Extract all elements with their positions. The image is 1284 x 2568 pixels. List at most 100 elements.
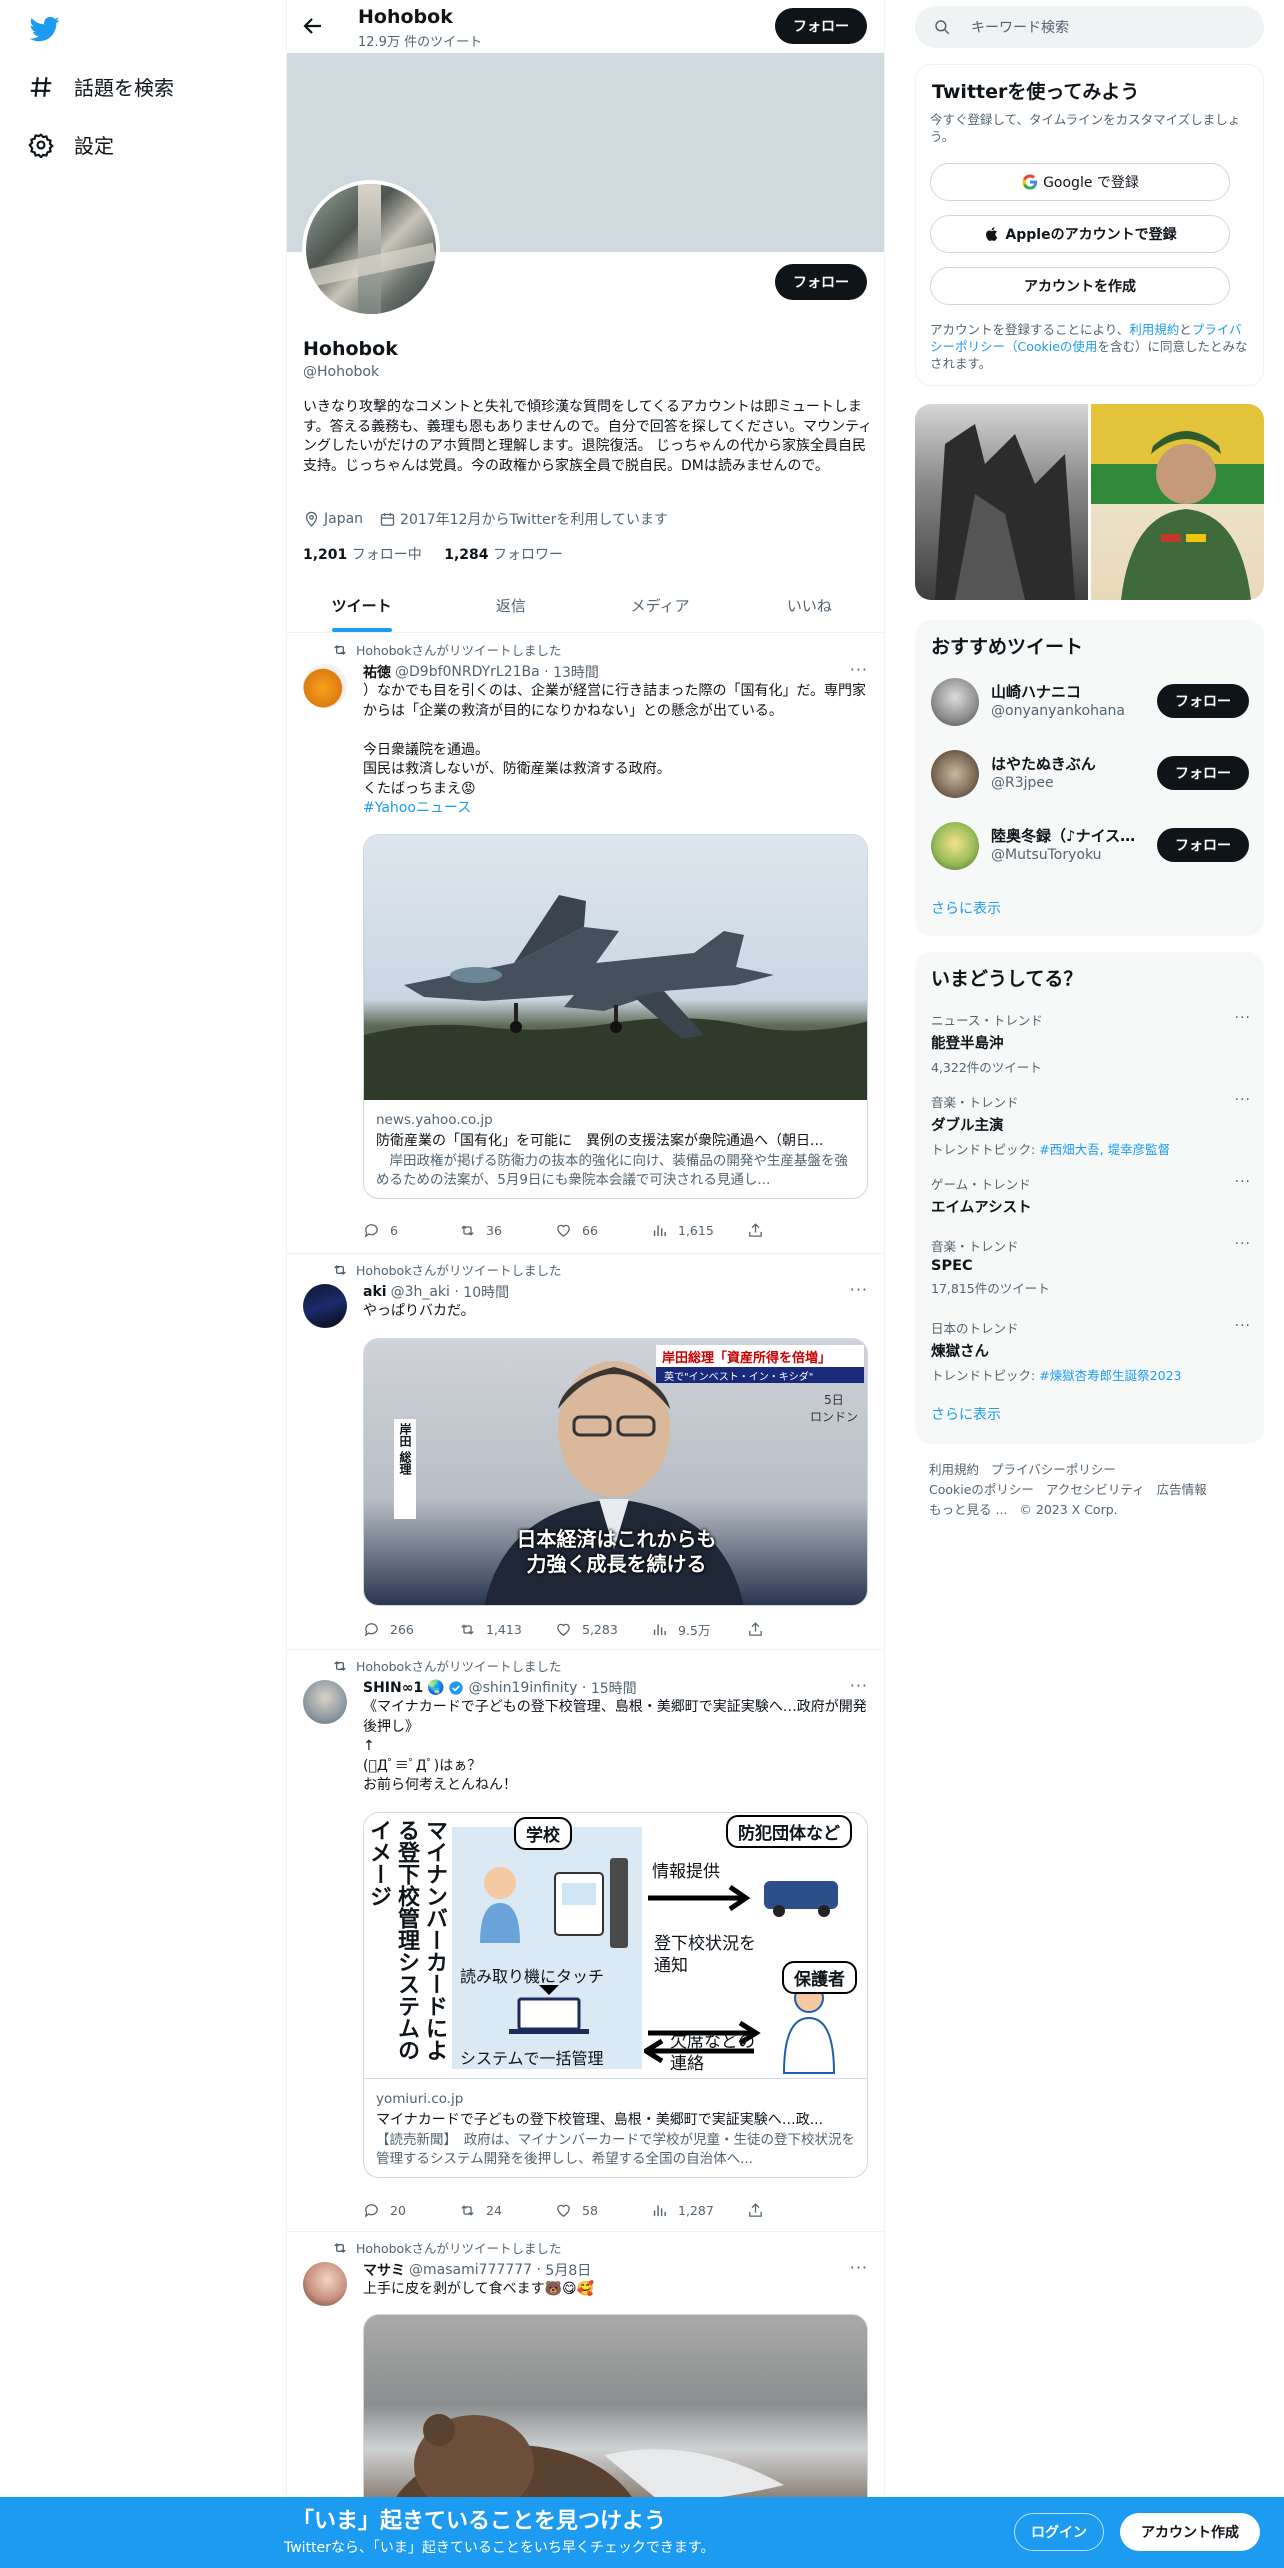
- nav-explore[interactable]: 話題を検索: [28, 72, 174, 101]
- more-options-icon[interactable]: ···: [850, 1676, 868, 1695]
- terms-link[interactable]: 利用規約: [1129, 322, 1179, 337]
- trend-item[interactable]: 音楽・トレンド ダブル主演 トレンドトピック: #西畑大吾, 堤幸彦監督 ···: [931, 1092, 1251, 1158]
- reply-button[interactable]: 266: [363, 1620, 459, 1639]
- header-follow-button[interactable]: フォロー: [775, 8, 867, 44]
- like-button[interactable]: 58: [555, 2202, 651, 2219]
- like-button[interactable]: 5,283: [555, 1620, 651, 1639]
- tweet[interactable]: Hohobokさんがリツイートしました SHIN∞1 🌏 @shin19infi…: [287, 1650, 884, 2232]
- tweet-avatar[interactable]: [303, 664, 347, 708]
- recommended-avatar[interactable]: [931, 750, 979, 798]
- trend-more-icon[interactable]: ···: [1235, 1236, 1251, 1252]
- tweet[interactable]: Hohobokさんがリツイートしました 祐徳 @D9bf0NRDYrL21Ba …: [287, 634, 884, 1254]
- trend-item[interactable]: 日本のトレンド 煉獄さん トレンドトピック: #煉獄杏寿郎生誕祭2023 ···: [931, 1318, 1251, 1384]
- twitter-bird-logo[interactable]: [28, 14, 62, 44]
- retweet-button[interactable]: 36: [459, 1222, 555, 1239]
- tweet-author-name[interactable]: 祐徳: [363, 662, 391, 682]
- tweet-time[interactable]: 10時間: [463, 1282, 509, 1302]
- trend-more-icon[interactable]: ···: [1235, 1010, 1251, 1026]
- link-card[interactable]: news.yahoo.co.jp 防衛産業の「国有化」を可能に 異例の支援法案が…: [363, 834, 868, 1199]
- recommended-show-more[interactable]: さらに表示: [931, 898, 1001, 918]
- trend-item[interactable]: 音楽・トレンド SPEC 17,815件のツイート ···: [931, 1236, 1251, 1297]
- tab-likes[interactable]: いいね: [735, 578, 884, 632]
- official-portrait-photo[interactable]: [1091, 404, 1264, 600]
- share-button[interactable]: [747, 2202, 843, 2219]
- trend-topic-link[interactable]: #西畑大吾, 堤幸彦監督: [1039, 1142, 1170, 1157]
- tweet-avatar[interactable]: [303, 1680, 347, 1724]
- link-card[interactable]: マイナンバーカードによる登下校管理システムのイメージ 学校 読み取り機にタッチ …: [363, 1812, 868, 2178]
- tweet-avatar[interactable]: [303, 1284, 347, 1328]
- recommended-handle[interactable]: @MutsuToryoku: [991, 847, 1102, 863]
- views-button[interactable]: 9.5万: [651, 1620, 747, 1639]
- tab-replies[interactable]: 返信: [436, 578, 585, 632]
- profile-follow-button[interactable]: フォロー: [775, 264, 867, 300]
- signup-button[interactable]: アカウント作成: [1120, 2513, 1260, 2551]
- trends-show-more[interactable]: さらに表示: [931, 1404, 1001, 1424]
- recommended-user[interactable]: 山崎ハナニコ @onyanyankohana フォロー: [931, 672, 1251, 732]
- trend-item[interactable]: ニュース・トレンド 能登半島沖 4,322件のツイート ···: [931, 1010, 1251, 1076]
- tweet-hashtag[interactable]: #Yahooニュース: [363, 800, 471, 816]
- tweet-author-name[interactable]: SHIN∞1: [363, 1680, 423, 1696]
- back-arrow-icon[interactable]: [301, 14, 325, 38]
- tweet-avatar[interactable]: [303, 2262, 347, 2306]
- profile-avatar[interactable]: [302, 180, 440, 318]
- search-input[interactable]: キーワード検索: [915, 6, 1264, 48]
- like-button[interactable]: 66: [555, 1222, 651, 1239]
- reply-button[interactable]: 6: [363, 1222, 459, 1239]
- recommended-avatar[interactable]: [931, 678, 979, 726]
- tweet-author-handle[interactable]: @D9bf0NRDYrL21Ba: [395, 664, 540, 680]
- share-button[interactable]: [747, 1222, 843, 1239]
- share-button[interactable]: [747, 1620, 843, 1639]
- more-options-icon[interactable]: ···: [850, 2258, 868, 2277]
- recommended-name[interactable]: 陸奥冬録（♪ナイスバディ: [991, 825, 1141, 846]
- tab-media[interactable]: メディア: [586, 578, 735, 632]
- reply-button[interactable]: 20: [363, 2202, 459, 2219]
- recommended-avatar[interactable]: [931, 822, 979, 870]
- following-link[interactable]: 1,201 フォロー中: [303, 547, 422, 563]
- tweet-time[interactable]: 15時間: [591, 1678, 637, 1698]
- views-button[interactable]: 1,615: [651, 1222, 747, 1239]
- tweet-author-handle[interactable]: @3h_aki: [391, 1284, 450, 1300]
- recommended-follow-button[interactable]: フォロー: [1157, 684, 1249, 718]
- login-button[interactable]: ログイン: [1014, 2513, 1104, 2551]
- ruined-building-photo[interactable]: [915, 404, 1088, 600]
- followers-link[interactable]: 1,284 フォロワー: [444, 547, 563, 563]
- footer-cookie[interactable]: Cookieのポリシー: [929, 1482, 1034, 1497]
- trend-item[interactable]: ゲーム・トレンド エイムアシスト ···: [931, 1174, 1251, 1217]
- tweet-time[interactable]: 5月8日: [545, 2260, 591, 2280]
- google-signup-button[interactable]: Google で登録: [930, 163, 1230, 201]
- more-options-icon[interactable]: ···: [850, 660, 868, 679]
- recommended-name[interactable]: 山崎ハナニコ: [991, 681, 1141, 702]
- views-button[interactable]: 1,287: [651, 2202, 747, 2219]
- trend-more-icon[interactable]: ···: [1235, 1174, 1251, 1190]
- tab-tweets[interactable]: ツイート: [287, 578, 436, 632]
- more-options-icon[interactable]: ···: [850, 1280, 868, 1299]
- recommended-handle[interactable]: @onyanyankohana: [991, 703, 1125, 719]
- recommended-user[interactable]: 陸奥冬録（♪ナイスバディ @MutsuToryoku フォロー: [931, 816, 1251, 876]
- tweet-video-image[interactable]: 岸田総理「資産所得を倍増」 英で"インベスト・イン・キシダ" 5日 ロンドン 岸…: [363, 1338, 868, 1606]
- trend-more-icon[interactable]: ···: [1235, 1092, 1251, 1108]
- trend-more-icon[interactable]: ···: [1235, 1318, 1251, 1334]
- trend-topic-link[interactable]: #煉獄杏寿郎生誕祭2023: [1039, 1368, 1181, 1383]
- recommended-user[interactable]: はやたぬきぶん @R3jpee フォロー: [931, 744, 1251, 804]
- tweet[interactable]: Hohobokさんがリツイートしました aki @3h_aki · 10時間 ·…: [287, 1254, 884, 1650]
- tweet-author-handle[interactable]: @masami777777: [409, 2262, 532, 2278]
- footer-more[interactable]: もっと見る ...: [929, 1502, 1007, 1517]
- tweet-author-handle[interactable]: @shin19infinity: [469, 1680, 578, 1696]
- footer-ads[interactable]: 広告情報: [1157, 1482, 1207, 1497]
- nav-settings[interactable]: 設定: [28, 130, 114, 159]
- tweet-time[interactable]: 13時間: [553, 662, 599, 682]
- recommended-handle[interactable]: @R3jpee: [991, 775, 1054, 791]
- media-preview-grid[interactable]: [915, 404, 1264, 600]
- retweet-button[interactable]: 1,413: [459, 1620, 555, 1639]
- footer-privacy[interactable]: プライバシーポリシー: [991, 1462, 1116, 1477]
- recommended-name[interactable]: はやたぬきぶん: [991, 753, 1141, 774]
- footer-terms[interactable]: 利用規約: [929, 1462, 979, 1477]
- recommended-follow-button[interactable]: フォロー: [1157, 828, 1249, 862]
- apple-signup-button[interactable]: Appleのアカウントで登録: [930, 215, 1230, 253]
- recommended-follow-button[interactable]: フォロー: [1157, 756, 1249, 790]
- footer-accessibility[interactable]: アクセシビリティ: [1046, 1482, 1145, 1497]
- create-account-button[interactable]: アカウントを作成: [930, 267, 1230, 305]
- retweet-button[interactable]: 24: [459, 2202, 555, 2219]
- tweet-author-name[interactable]: マサミ: [363, 2260, 405, 2280]
- tweet-author-name[interactable]: aki: [363, 1284, 387, 1300]
